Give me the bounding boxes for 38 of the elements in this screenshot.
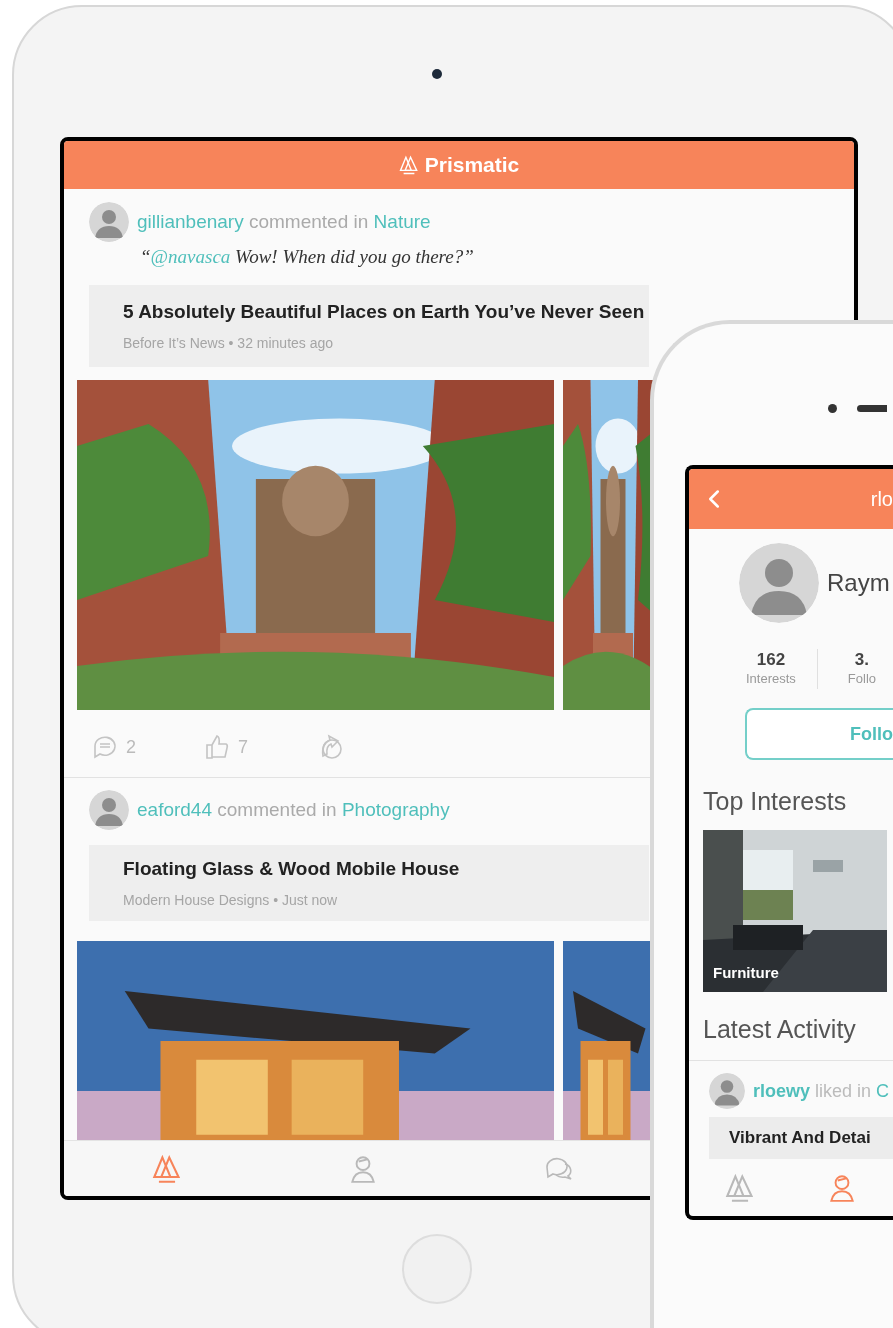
person-icon — [827, 1172, 857, 1203]
stat-value: 162 — [756, 650, 786, 670]
article-title: Floating Glass & Wood Mobile House — [123, 857, 461, 882]
post-header: eaford44 commented in Photography — [137, 797, 450, 822]
camera-icon — [828, 404, 837, 413]
camera-icon — [432, 69, 442, 79]
like-count: 7 — [238, 735, 249, 759]
article-title: 5 Absolutely Beautiful Places on Earth You’ve Never Seen — [123, 300, 646, 325]
avatar — [89, 790, 129, 830]
stat-label: Follo — [847, 670, 877, 688]
avatar — [709, 1073, 745, 1109]
avatar — [89, 202, 129, 242]
profile-username: rlo — [870, 487, 893, 512]
comment-text: “@navasca Wow! When did you go there?” — [140, 244, 474, 269]
section-heading: Latest Activity — [702, 1014, 857, 1044]
article-card[interactable]: Vibrant And Detai — [709, 1117, 893, 1159]
section-heading: Top Interests — [702, 786, 848, 816]
article-meta: Modern House Designs • Just now — [123, 890, 339, 910]
article-title: Vibrant And Detai — [729, 1127, 871, 1150]
interest-card[interactable]: Furniture — [703, 830, 887, 992]
prism-icon — [152, 1153, 182, 1184]
speaker-icon — [857, 405, 887, 412]
logo-icon — [398, 155, 419, 175]
profile-name: Raym — [827, 568, 890, 598]
article-meta: Before It’s News • 32 minutes ago — [123, 333, 335, 353]
activity-text: rloewy liked in C — [753, 1079, 890, 1103]
interest-label: Furniture — [713, 962, 779, 983]
comment-count: 2 — [126, 735, 136, 759]
article-card[interactable]: Floating Glass & Wood Mobile House Modern House Designs • Just now — [89, 845, 649, 921]
person-icon — [348, 1153, 378, 1184]
stat-value: 3. — [854, 650, 870, 670]
thumbs-up-icon[interactable] — [204, 734, 230, 760]
app-title: Prismatic — [424, 152, 520, 179]
prism-icon — [725, 1172, 755, 1203]
stat-label: Interests — [746, 670, 796, 688]
article-card[interactable]: 5 Absolutely Beautiful Places on Earth You’ve Never Seen Before It’s News • 32 minutes ago — [89, 285, 649, 367]
comment-icon[interactable] — [92, 734, 118, 760]
post-header: gillianbenary commented in Nature — [137, 209, 431, 234]
